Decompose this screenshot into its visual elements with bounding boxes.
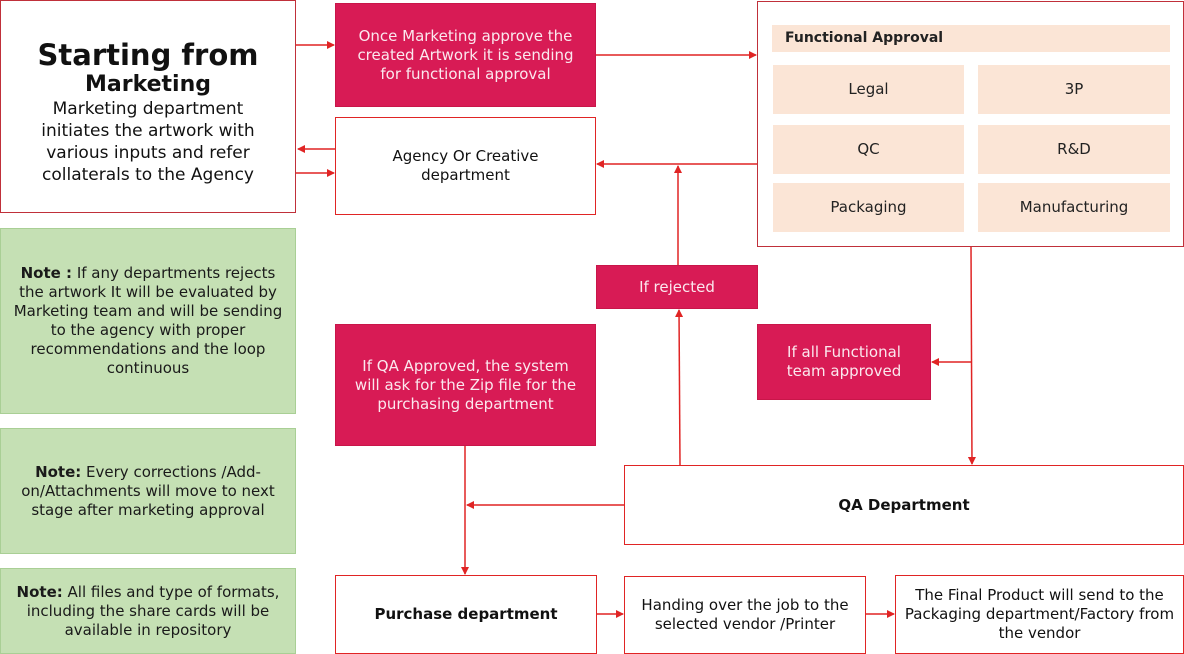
note-corrections: Note: Every corrections /Add-on/Attachme… — [0, 428, 296, 554]
start-description: Marketing department initiates the artwo… — [41, 98, 255, 185]
handing-over-box: Handing over the job to the selected ven… — [624, 576, 866, 654]
if-rejected-text: If rejected — [639, 277, 715, 296]
agency-text: Agency Or Creative department — [392, 147, 539, 184]
all-functional-approved-text: If all Functional team approved — [786, 343, 902, 380]
dept-manufacturing: Manufacturing — [978, 183, 1170, 232]
dept-packaging: Packaging — [773, 183, 964, 232]
all-functional-approved-box: If all Functional team approved — [757, 324, 931, 400]
dept-legal: Legal — [773, 65, 964, 114]
note-label: Note: — [16, 582, 63, 601]
if-rejected-box: If rejected — [596, 265, 758, 309]
note-repository-body: Note: All files and type of formats, inc… — [11, 583, 285, 640]
start-marketing-box: Starting from Marketing Marketing depart… — [0, 0, 296, 213]
marketing-approve-text: Once Marketing approve the created Artwo… — [357, 26, 574, 83]
note-label: Note: — [35, 462, 82, 481]
start-title: Starting from — [37, 37, 259, 72]
purchase-department-box: Purchase department — [335, 575, 597, 654]
note-repository: Note: All files and type of formats, inc… — [0, 568, 296, 654]
note-rejection-body: Note : If any departments rejects the ar… — [9, 264, 287, 378]
qa-department-label: QA Department — [838, 495, 970, 514]
functional-approval-title: Functional Approval — [772, 25, 1170, 52]
note-text: All files and type of formats, including… — [26, 582, 280, 639]
dept-rnd: R&D — [978, 125, 1170, 174]
note-corrections-body: Note: Every corrections /Add-on/Attachme… — [11, 463, 285, 520]
note-label: Note : — [20, 264, 73, 282]
dept-qc: QC — [773, 125, 964, 174]
dept-3p: 3P — [978, 65, 1170, 114]
note-rejection: Note : If any departments rejects the ar… — [0, 228, 296, 414]
purchase-department-label: Purchase department — [374, 605, 558, 623]
final-product-box: The Final Product will send to the Packa… — [895, 575, 1184, 654]
agency-box: Agency Or Creative department — [335, 117, 596, 215]
functional-approval-container: Functional Approval Legal 3P QC R&D Pack… — [757, 1, 1184, 247]
qa-department-box: QA Department — [624, 465, 1184, 545]
marketing-approve-box: Once Marketing approve the created Artwo… — [335, 3, 596, 107]
arrow-functional-to-qa — [967, 245, 976, 465]
arrow-qa-to-rejected — [675, 309, 684, 466]
qa-approved-text: If QA Approved, the system will ask for … — [354, 356, 577, 413]
start-subtitle: Marketing — [84, 71, 212, 97]
handing-over-text: Handing over the job to the selected ven… — [641, 596, 849, 633]
qa-approved-box: If QA Approved, the system will ask for … — [335, 324, 596, 446]
final-product-text: The Final Product will send to the Packa… — [904, 586, 1175, 642]
